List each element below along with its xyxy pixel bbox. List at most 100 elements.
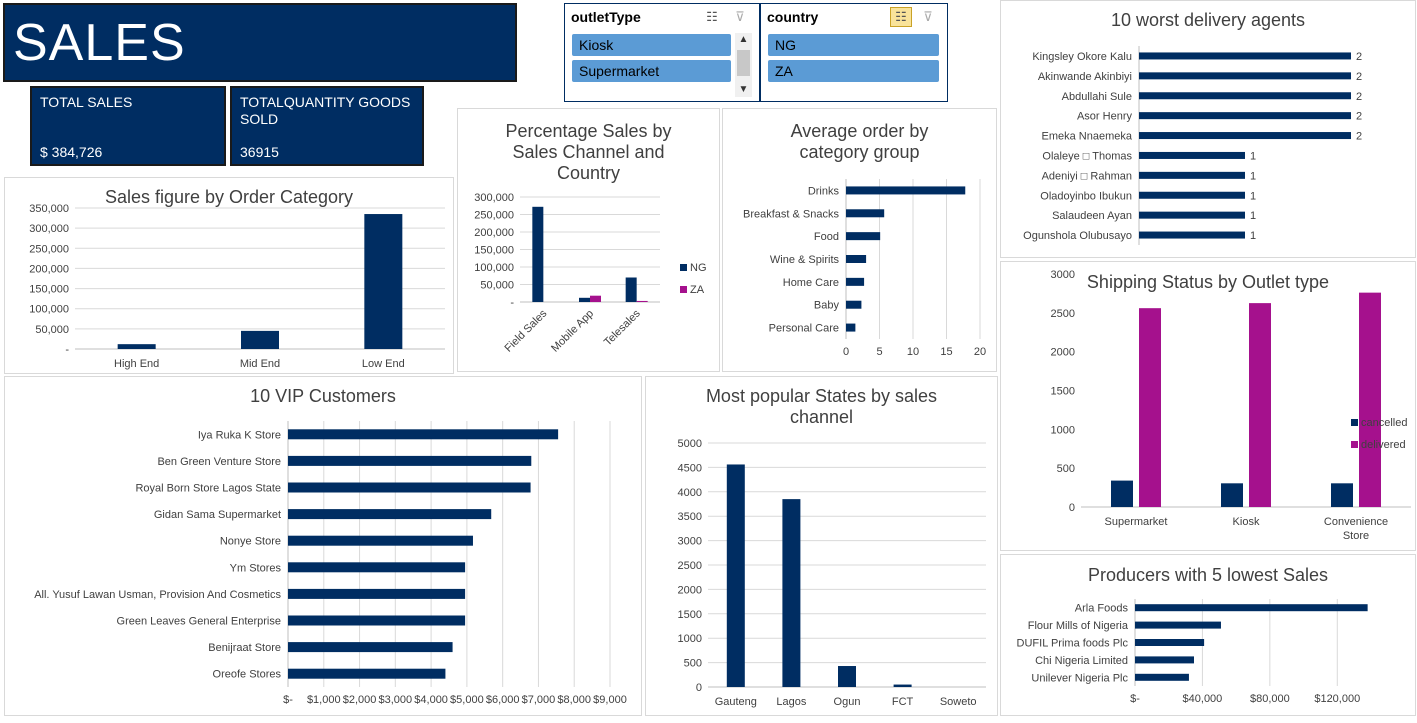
y-tick-label: Akinwande Akinbiyi <box>1038 71 1132 83</box>
y-tick-label: Arla Foods <box>1075 603 1129 615</box>
bar <box>1139 112 1351 120</box>
x-tick-label: Soweto <box>940 696 977 708</box>
y-tick-label: 0 <box>1069 502 1075 514</box>
x-tick-label: Supermarket <box>1105 516 1168 528</box>
bar <box>288 482 531 493</box>
chart-worst-agents: 10 worst delivery agents Kingsley Okore … <box>1000 0 1416 258</box>
chart-svg: 0 500 1000 1500 2000 2500 3000 Supermarket Kiosk… <box>1051 269 1411 542</box>
bar <box>1139 151 1245 159</box>
clear-filter-icon[interactable]: ⊽ <box>918 8 938 26</box>
bar <box>288 455 532 466</box>
slicer-header: country <box>767 9 819 25</box>
scroll-thumb[interactable] <box>737 50 750 76</box>
slicer-scrollbar[interactable]: ▲ ▼ <box>735 33 752 97</box>
bar <box>1331 483 1353 507</box>
bar <box>1139 92 1351 100</box>
bar <box>846 232 881 241</box>
y-tick-label: 2000 <box>678 584 702 596</box>
y-tick-label: Ym Stores <box>230 562 282 574</box>
y-tick-label: 250,000 <box>474 210 514 222</box>
bar <box>288 562 466 573</box>
x-tick-label: 0 <box>843 346 849 358</box>
chart-svg: $- $40,000 $80,000 $120,000 Arla Foods Flour … <box>1017 599 1368 705</box>
bar <box>726 464 745 687</box>
slicer-header: outletType <box>571 9 641 25</box>
bar <box>893 684 912 687</box>
x-tick-label: Lagos <box>776 696 806 708</box>
x-tick-label: $80,000 <box>1250 693 1290 705</box>
bar <box>846 277 865 286</box>
y-tick-label: 2500 <box>678 560 702 572</box>
bar <box>1359 292 1381 507</box>
legend-label: NG <box>690 262 707 274</box>
x-tick-label: 5 <box>876 346 882 358</box>
chart-channel-country: Percentage Sales by Sales Channel and Co… <box>457 108 720 372</box>
bar <box>1139 132 1351 140</box>
kpi-label: TOTAL SALES <box>40 94 133 110</box>
bar <box>288 642 453 653</box>
y-tick-label: 3000 <box>678 536 702 548</box>
slicer-country[interactable]: country ☷ ⊽ NG ZA <box>760 3 948 102</box>
bar <box>288 668 446 679</box>
x-tick-label: $- <box>283 694 293 706</box>
bar <box>782 499 801 687</box>
legend-swatch <box>680 286 687 293</box>
chart-order-category: Sales figure by Order Category -50,000 10… <box>4 177 454 374</box>
data-label: 1 <box>1250 210 1256 222</box>
legend-label: ZA <box>690 284 705 296</box>
bar <box>846 300 862 309</box>
bar <box>364 214 403 349</box>
slicer-item-ng[interactable]: NG <box>768 34 939 56</box>
slicer-item-kiosk[interactable]: Kiosk <box>572 34 731 56</box>
y-tick-label: 4500 <box>678 462 702 474</box>
data-label: 2 <box>1356 111 1362 123</box>
y-tick-label: 3000 <box>1051 269 1075 281</box>
legend-swatch <box>680 264 687 271</box>
bar <box>846 186 966 195</box>
bar <box>579 297 590 302</box>
x-tick-label: 10 <box>907 346 919 358</box>
bar <box>625 277 637 302</box>
y-tick-label: 500 <box>1057 463 1075 475</box>
scroll-down-icon[interactable]: ▼ <box>735 83 752 97</box>
y-tick-label: 300,000 <box>474 192 514 204</box>
x-tick-label: $6,000 <box>486 694 520 706</box>
x-tick-label: Gauteng <box>715 696 757 708</box>
multi-select-icon[interactable]: ☷ <box>702 8 722 26</box>
bar <box>1139 191 1245 199</box>
y-tick-label: Asor Henry <box>1077 111 1133 123</box>
y-tick-label: 150,000 <box>29 284 69 296</box>
y-tick-label: 350,000 <box>29 203 69 215</box>
chart-svg: - 50,000 100,000 150,000 200,000 250,000 300,0… <box>29 203 445 370</box>
data-label: 1 <box>1250 230 1256 242</box>
multi-select-icon[interactable]: ☷ <box>890 7 912 27</box>
bar <box>846 323 856 332</box>
slicer-outlet-type[interactable]: outletType ☷ ⊽ Kiosk Supermarket ▲ ▼ <box>564 3 760 102</box>
slicer-item-supermarket[interactable]: Supermarket <box>572 60 731 82</box>
x-tick-label: $1,000 <box>307 694 341 706</box>
y-tick-label: Ogunshola Olubusayo <box>1023 230 1132 242</box>
chart-svg: 0 500 1000 1500 2000 2500 3000 3500 4000 4500 5000… <box>678 438 986 708</box>
y-tick-label: Salaudeen Ayan <box>1052 210 1132 222</box>
data-label: 2 <box>1356 71 1362 83</box>
x-tick-label: $3,000 <box>379 694 413 706</box>
y-tick-label: 500 <box>684 658 702 670</box>
clear-filter-icon[interactable]: ⊽ <box>730 8 750 26</box>
x-tick-label: $4,000 <box>414 694 448 706</box>
bar <box>1135 656 1194 664</box>
x-tick-label: Low End <box>362 358 405 370</box>
bar <box>1139 308 1161 507</box>
bar <box>1249 303 1271 507</box>
bar <box>532 206 544 302</box>
y-tick-label: Kingsley Okore Kalu <box>1032 51 1132 63</box>
chart-svg: $- $1,000 $2,000 $3,000 $4,000 $5,000 $6,000 $7… <box>34 421 627 706</box>
scroll-up-icon[interactable]: ▲ <box>735 33 752 47</box>
bar <box>117 344 156 349</box>
y-tick-label: 0 <box>696 682 702 694</box>
bar <box>288 509 492 520</box>
x-tick-label: High End <box>114 358 159 370</box>
bar <box>1139 52 1351 60</box>
slicer-item-za[interactable]: ZA <box>768 60 939 82</box>
y-tick-label: Emeka Nnaemeka <box>1042 131 1133 143</box>
bar <box>838 666 856 687</box>
